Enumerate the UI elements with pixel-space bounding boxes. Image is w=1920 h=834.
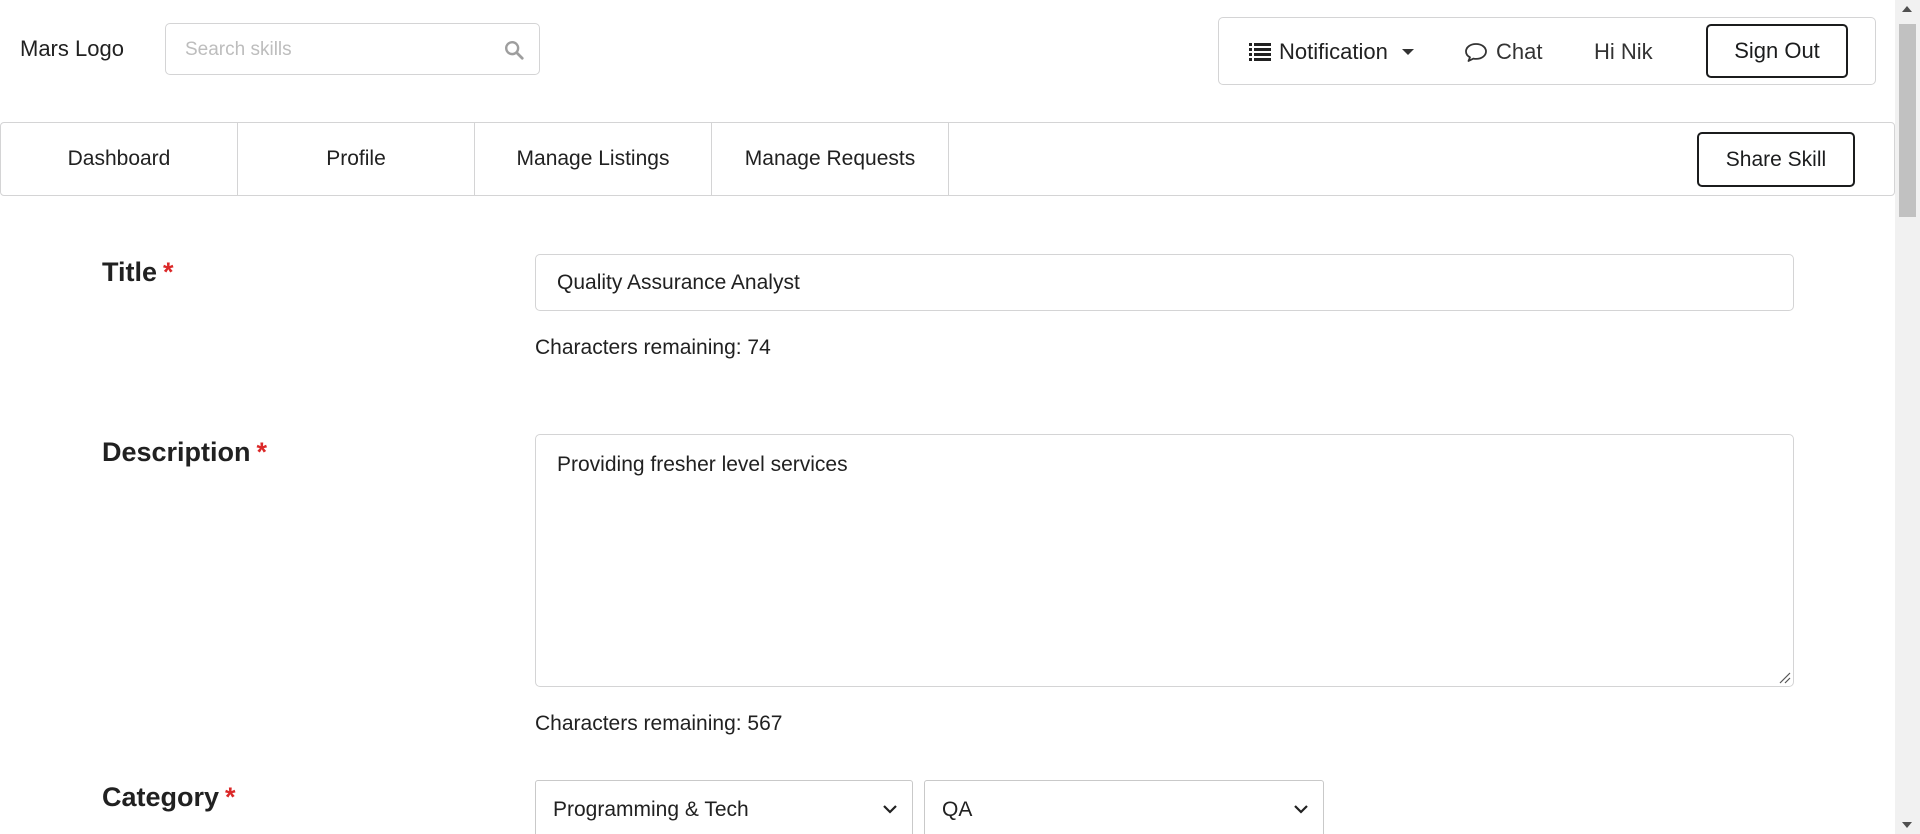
description-chars-remaining: Characters remaining: 567 <box>535 712 783 735</box>
description-label: Description * <box>102 437 267 468</box>
share-skill-page: Mars Logo Search skills Notification Cha… <box>0 0 1920 834</box>
site-logo[interactable]: Mars Logo <box>20 36 124 62</box>
required-marker: * <box>163 257 174 287</box>
resize-handle-icon[interactable] <box>1777 670 1791 684</box>
chat-bubble-icon <box>1465 43 1487 62</box>
category-select[interactable]: Programming & Tech <box>535 780 913 834</box>
description-label-text: Description <box>102 437 251 467</box>
title-label-text: Title <box>102 257 158 287</box>
tab-dashboard[interactable]: Dashboard <box>1 123 238 195</box>
scroll-down-arrow-icon[interactable] <box>1902 822 1912 828</box>
description-value: Providing fresher level services <box>557 453 848 476</box>
category-label-text: Category <box>102 782 220 812</box>
chat-label: Chat <box>1496 39 1543 64</box>
subcategory-selected-value: QA <box>942 798 973 821</box>
tab-manage-listings[interactable]: Manage Listings <box>475 123 712 195</box>
scroll-thumb[interactable] <box>1899 24 1916 217</box>
user-menu: Notification Chat Hi Nik Sign Out <box>1218 17 1876 85</box>
category-label: Category * <box>102 782 236 813</box>
notification-dropdown[interactable]: Notification <box>1249 36 1414 68</box>
notification-label: Notification <box>1279 39 1388 64</box>
caret-down-icon <box>1401 49 1414 55</box>
title-chars-remaining: Characters remaining: 74 <box>535 336 771 359</box>
user-greeting[interactable]: Hi Nik <box>1594 36 1653 68</box>
title-input[interactable]: Quality Assurance Analyst <box>535 254 1794 311</box>
share-skill-button[interactable]: Share Skill <box>1697 132 1855 187</box>
search-input[interactable]: Search skills <box>165 23 540 75</box>
chat-link[interactable]: Chat <box>1464 36 1542 68</box>
search-placeholder: Search skills <box>185 39 292 60</box>
page-scrollbar[interactable] <box>1895 0 1920 834</box>
subcategory-select[interactable]: QA <box>924 780 1324 834</box>
chevron-down-icon <box>1294 805 1308 814</box>
required-marker: * <box>256 437 268 467</box>
main-nav: Dashboard Profile Manage Listings Manage… <box>0 122 1895 196</box>
tab-manage-requests[interactable]: Manage Requests <box>712 123 949 195</box>
description-textarea[interactable]: Providing fresher level services <box>535 434 1794 687</box>
chevron-down-icon <box>883 805 897 814</box>
category-selected-value: Programming & Tech <box>553 798 749 821</box>
title-label: Title * <box>102 257 174 288</box>
sign-out-button[interactable]: Sign Out <box>1706 24 1848 78</box>
list-icon <box>1249 43 1271 61</box>
tab-profile[interactable]: Profile <box>238 123 475 195</box>
required-marker: * <box>225 782 236 812</box>
scroll-up-arrow-icon[interactable] <box>1902 6 1912 12</box>
search-icon[interactable] <box>503 39 525 61</box>
